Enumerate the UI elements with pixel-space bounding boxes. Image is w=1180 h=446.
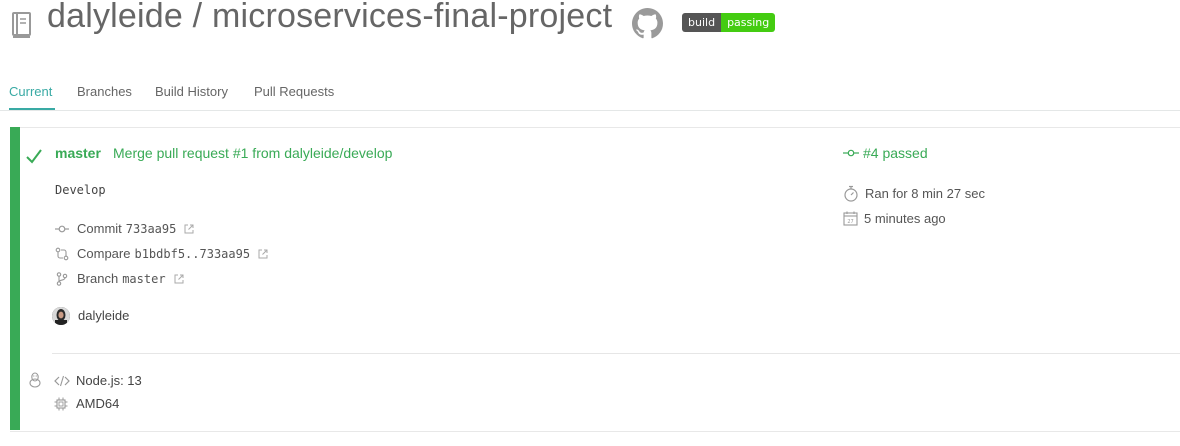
arch-row: AMD64 xyxy=(54,396,119,411)
build-card xyxy=(10,127,1180,432)
external-link-icon xyxy=(184,224,194,233)
author-name[interactable]: dalyleide xyxy=(78,308,129,323)
linux-os-icon xyxy=(29,372,41,388)
build-status-badge[interactable]: build passing xyxy=(682,13,776,32)
repository-icon xyxy=(12,12,31,38)
navigation-tabs: Current Branches Build History Pull Requ… xyxy=(0,76,1180,111)
build-status-link[interactable]: #4 passed xyxy=(843,145,928,161)
branch-link-row[interactable]: Branch master xyxy=(55,271,184,286)
badge-label: build xyxy=(682,13,722,32)
cpu-architecture: AMD64 xyxy=(76,396,120,411)
finished-row: 27 5 minutes ago xyxy=(843,211,946,226)
commit-icon xyxy=(843,149,859,157)
duration-row: Ran for 8 min 27 sec xyxy=(843,185,985,202)
branch-icon xyxy=(56,271,68,286)
author-avatar[interactable] xyxy=(52,307,70,325)
build-duration: Ran for 8 min 27 sec xyxy=(865,186,985,201)
compare-range: b1bdbf5..733aa95 xyxy=(134,246,251,261)
tab-pull-requests[interactable]: Pull Requests xyxy=(254,84,334,99)
commit-label: Commit xyxy=(77,221,122,236)
tab-branches[interactable]: Branches xyxy=(77,84,132,99)
build-branch-link[interactable]: master xyxy=(55,145,101,161)
compare-icon xyxy=(55,247,69,260)
card-divider xyxy=(52,353,1180,354)
commit-sha: 733aa95 xyxy=(125,221,177,236)
commit-icon xyxy=(55,225,69,232)
svg-text:27: 27 xyxy=(847,219,853,225)
commit-message-link[interactable]: Merge pull request #1 from dalyleide/dev… xyxy=(113,145,392,161)
repo-title: dalyleide / microservices-final-project xyxy=(47,0,612,36)
compare-label: Compare xyxy=(77,246,131,261)
github-icon[interactable] xyxy=(632,8,663,39)
language-row: Node.js: 13 xyxy=(54,373,142,388)
external-link-icon xyxy=(174,274,184,283)
branch-label: Branch xyxy=(77,271,119,286)
tab-current[interactable]: Current xyxy=(9,84,52,99)
commit-description: Develop xyxy=(55,183,106,197)
build-status-stripe xyxy=(10,127,20,430)
passed-check-icon xyxy=(26,149,42,164)
external-link-icon xyxy=(258,249,268,258)
branch-value: master xyxy=(122,271,166,286)
active-tab-indicator xyxy=(9,108,55,110)
repo-separator: / xyxy=(183,0,212,35)
stopwatch-icon xyxy=(844,185,858,202)
build-finished-time: 5 minutes ago xyxy=(864,211,946,226)
tab-build-history[interactable]: Build History xyxy=(155,84,228,99)
badge-status: passing xyxy=(721,13,776,32)
calendar-icon: 27 xyxy=(843,211,858,226)
build-number-status: #4 passed xyxy=(863,145,928,161)
language-version: Node.js: 13 xyxy=(76,373,142,388)
repo-owner-link[interactable]: dalyleide xyxy=(47,0,183,35)
code-icon xyxy=(54,375,70,386)
commit-link-row[interactable]: Commit 733aa95 xyxy=(55,221,194,236)
repo-name-link[interactable]: microservices-final-project xyxy=(212,0,612,35)
compare-link-row[interactable]: Compare b1bdbf5..733aa95 xyxy=(55,246,268,261)
cpu-icon xyxy=(54,397,68,410)
